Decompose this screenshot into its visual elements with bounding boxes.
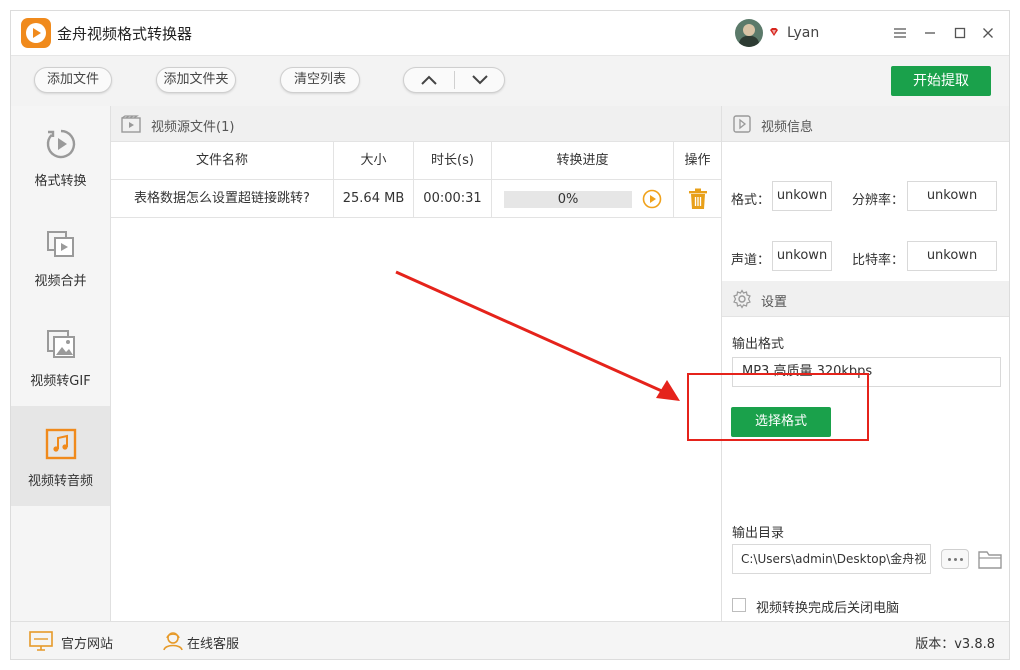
video-info-header: 视频信息: [722, 106, 1009, 142]
video-info-icon: [733, 115, 751, 133]
file-duration-cell: 00:00:31: [414, 180, 492, 218]
output-dir-label: 输出目录: [732, 526, 785, 541]
website-link[interactable]: 官方网站: [61, 633, 113, 652]
move-down-button[interactable]: [455, 68, 505, 92]
sidebar-item-label: 格式转换: [34, 174, 87, 189]
file-panel: 视频源文件(1) 文件名称 大小 时长(s) 转换进度 操作 表格数据怎么设置超…: [111, 106, 722, 621]
settings-header: 设置: [722, 281, 1009, 317]
start-extract-button[interactable]: 开始提取: [891, 66, 991, 96]
sidebar-item-video-merge[interactable]: 视频合并: [11, 206, 110, 306]
vip-diamond-icon: [770, 28, 778, 36]
gear-icon: [733, 289, 751, 309]
menu-icon[interactable]: [888, 21, 912, 45]
format-value: unkown: [772, 181, 832, 211]
column-header-name[interactable]: 文件名称: [111, 142, 334, 180]
app-title: 金舟视频格式转换器: [57, 25, 193, 43]
video-merge-icon: [47, 231, 74, 257]
close-icon[interactable]: [976, 21, 1000, 45]
toolbar: 添加文件 添加文件夹 清空列表 开始提取: [11, 55, 1009, 107]
music-note-icon: [45, 428, 77, 460]
sidebar-item-video-to-gif[interactable]: 视频转GIF: [11, 306, 110, 406]
sidebar-item-label: 视频合并: [34, 274, 87, 289]
column-header-progress[interactable]: 转换进度: [492, 142, 674, 180]
shutdown-label: 视频转换完成后关闭电脑: [756, 601, 900, 616]
file-name-cell: 表格数据怎么设置超链接跳转?: [111, 180, 334, 218]
move-up-button[interactable]: [404, 68, 454, 92]
file-actions-cell: [674, 180, 721, 218]
app-logo-icon: [21, 18, 51, 48]
maximize-icon[interactable]: [948, 21, 972, 45]
browse-dir-button[interactable]: [941, 549, 969, 569]
column-header-actions[interactable]: 操作: [674, 142, 721, 180]
output-format-label: 输出格式: [732, 337, 785, 352]
sidebar-item-label: 视频转音频: [27, 474, 93, 489]
sidebar-item-format-convert[interactable]: 格式转换: [11, 106, 110, 206]
file-panel-header: 视频源文件(1): [111, 106, 721, 142]
sidebar: 格式转换 视频合并 视频转GIF 视频转音频: [11, 106, 111, 621]
app-window: 金舟视频格式转换器 Lyan 添加文件 添加文件夹 清空列表 开始提取 格式转换…: [10, 10, 1010, 660]
minimize-icon[interactable]: [918, 21, 942, 45]
video-info-title: 视频信息: [761, 120, 814, 135]
resolution-label: 分辨率：: [852, 193, 905, 208]
customer-service-icon: [163, 632, 183, 651]
version-text: 版本：v3.8.8: [915, 637, 995, 652]
monitor-icon: [29, 631, 53, 651]
column-header-size[interactable]: 大小: [334, 142, 414, 180]
username[interactable]: Lyan: [787, 25, 819, 41]
file-progress-cell: 0%: [492, 180, 674, 218]
annotation-highlight-box: [687, 373, 869, 441]
play-icon[interactable]: [642, 189, 662, 209]
reorder-buttons: [403, 67, 505, 93]
title-bar: 金舟视频格式转换器 Lyan: [11, 11, 1009, 55]
bitrate-label: 比特率：: [852, 253, 905, 268]
format-label: 格式：: [731, 193, 771, 208]
folder-icon[interactable]: [978, 548, 1002, 570]
progress-bar: 0%: [504, 191, 632, 208]
avatar[interactable]: [735, 19, 763, 47]
chevron-down-icon: [472, 75, 488, 85]
video-to-gif-icon: [47, 330, 75, 358]
bitrate-value: unkown: [907, 241, 997, 271]
add-folder-button[interactable]: 添加文件夹: [156, 67, 236, 93]
format-convert-icon: [46, 129, 76, 159]
right-panel: 视频信息 格式： unkown 分辨率： unkown 声道： unkown 比…: [722, 106, 1009, 621]
sidebar-item-video-to-audio[interactable]: 视频转音频: [11, 406, 110, 506]
video-file-icon: [121, 115, 141, 133]
settings-title: 设置: [761, 295, 788, 310]
channel-value: unkown: [772, 241, 832, 271]
file-size-cell: 25.64 MB: [334, 180, 414, 218]
column-header-duration[interactable]: 时长(s): [414, 142, 492, 180]
support-link[interactable]: 在线客服: [187, 633, 239, 652]
clear-list-button[interactable]: 清空列表: [280, 67, 360, 93]
footer: 官方网站 在线客服 版本：v3.8.8: [11, 621, 1009, 659]
shutdown-checkbox[interactable]: [732, 598, 746, 612]
chevron-up-icon: [421, 75, 437, 85]
sidebar-item-label: 视频转GIF: [30, 374, 91, 389]
file-panel-title: 视频源文件(1): [151, 120, 235, 135]
add-file-button[interactable]: 添加文件: [34, 67, 112, 93]
channel-label: 声道：: [731, 253, 771, 268]
output-dir-field[interactable]: C:\Users\admin\Desktop\金舟视: [732, 544, 931, 574]
trash-icon[interactable]: [688, 188, 708, 210]
resolution-value: unkown: [907, 181, 997, 211]
